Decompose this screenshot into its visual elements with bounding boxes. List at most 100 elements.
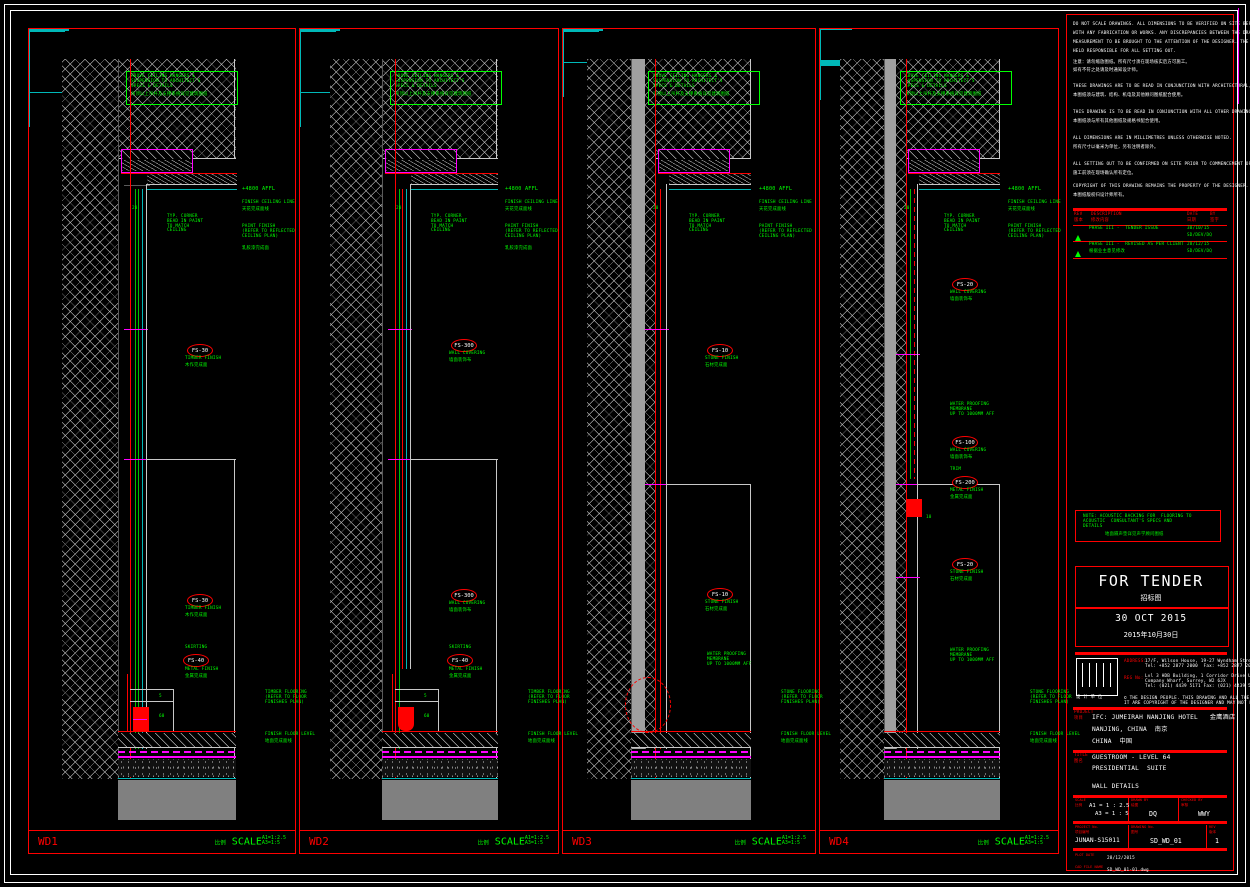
trim-finish-label: METAL FINISH: [950, 488, 984, 493]
firm-address: 17/F, Wilson House, 19-27 Wyndham Street…: [1145, 659, 1250, 669]
plot-date: 28/12/2015: [1107, 856, 1135, 861]
detail-panel-wd4[interactable]: ABOVE CEILING HANGERS & SUSPENSION TO AR…: [819, 28, 1080, 854]
note-ceiling-hangers: ABOVE CEILING HANGERS & SUSPENSION TO AR…: [905, 74, 975, 89]
ffl-label-cn: 地面完成面线: [265, 739, 292, 744]
scale-a3: A3 = 1 : 5: [1095, 811, 1129, 817]
drawn-by: DQ: [1149, 810, 1157, 818]
waterproofing-note: WATER PROOFING MEMBRANE UP TO 1000MM AFF: [707, 652, 752, 667]
corner-bead-note: TYP. CORNER BEAD IN PAINT TO MATCH CEILI…: [689, 214, 726, 234]
skirting-tag[interactable]: FS-40: [183, 654, 209, 667]
margin-tick-magenta: [1238, 8, 1239, 104]
ceiling-line-label: FINISH CEILING LINE: [759, 200, 812, 205]
project-label-cn: 项目: [1074, 716, 1083, 721]
rev-by: SD/DEV/DQ: [1187, 249, 1213, 254]
scale-label-cn: 比例: [1075, 803, 1083, 807]
top-finish-label-cn: 墙面装饰布: [950, 297, 973, 302]
drawn-label: DRAWN BY: [1131, 798, 1149, 802]
firm-copyright: © THE DESIGN PEOPLE. THIS DRAWING AND AL…: [1124, 696, 1250, 706]
detail-panel-wd3[interactable]: ABOVE CEILING HANGERS & SUSPENSION TO AR…: [562, 28, 831, 854]
cad-drawing-sheet: ABOVE CEILING HANGERS & SUSPENSION TO AR…: [0, 0, 1250, 887]
ceiling-line-label-cn: 天花完成面线: [242, 207, 269, 212]
mid-finish-label: WALL COVERING: [449, 351, 486, 356]
paint-finish-note: PAINT FINISH (REFER TO REFLECTED CEILING…: [242, 224, 295, 239]
skirting-tag[interactable]: FS-40: [447, 654, 473, 667]
level-marker: +4800 AFFL: [242, 186, 276, 192]
corner-bead-note: TYP. CORNER BEAD IN PAINT TO MATCH CEILI…: [431, 214, 468, 234]
paint-finish-note-cn: 乳胶漆完成面: [242, 246, 269, 251]
ceiling-line-label: FINISH CEILING LINE: [1008, 200, 1061, 205]
general-note-1: WITH ANY FABRICATION OR WORKS. ANY DISCR…: [1073, 31, 1250, 36]
low-finish-label: WALL COVERING: [449, 601, 486, 606]
panel-title-bar-wd3: WD3 比例 SCALEA1=1:2.5 A3=1:5: [563, 830, 815, 853]
general-note-0: DO NOT SCALE DRAWINGS. ALL DIMENSIONS TO…: [1073, 22, 1250, 27]
general-note-7: ALL SETTING OUT TO BE CONFIRMED ON SITE …: [1073, 162, 1250, 167]
note-ceiling-hangers: ABOVE CEILING HANGERS & SUSPENSION TO AR…: [131, 74, 201, 89]
note-ceiling-hangers-cn: 吊顶以上吊杆及支撑系统详见建筑图纸: [131, 92, 208, 97]
checked-label-cn: 审核: [1181, 803, 1189, 807]
detail-panel-wd1[interactable]: ABOVE CEILING HANGERS & SUSPENSION TO AR…: [28, 28, 315, 854]
general-note-8: COPYRIGHT OF THIS DRAWING REMAINS THE PR…: [1073, 184, 1249, 189]
skirting-finish-label-cn: 金属完成面: [185, 674, 208, 679]
title-block: DO NOT SCALE DRAWINGS. ALL DIMENSIONS TO…: [1066, 14, 1250, 873]
paint-finish-note: PAINT FINISH (REFER TO REFLECTED CEILING…: [1008, 224, 1061, 239]
firm-address-label: ADDRESS:: [1124, 659, 1147, 664]
panel-title-bar-wd4: WD4 比例 SCALEA1=1:2.5 A3=1:5: [820, 830, 1058, 853]
drawing-no-label-cn: 图号: [1131, 830, 1139, 834]
ceiling-line-label-cn: 天花完成面线: [1008, 207, 1035, 212]
rev-date: 28/12/15: [1187, 242, 1210, 247]
drawn-label-cn: 绘图: [1131, 803, 1139, 807]
title-line-3: WALL DETAILS: [1092, 783, 1140, 790]
panel-scale-wd3: 比例 SCALEA1=1:2.5 A3=1:5: [734, 835, 806, 848]
rev-label-cn: 版本: [1209, 830, 1217, 834]
meta-row-2: PROJECT No. 项目编号 JUNAN-S15011 DRAWING No…: [1073, 825, 1227, 848]
waterproofing-note-2: WATER PROOFING MEMBRANE UP TO 1000MM AFF: [950, 648, 995, 663]
ffl-label-cn: 地面完成面线: [781, 739, 808, 744]
checked-by: WWY: [1198, 810, 1210, 818]
panel-id-wd4: WD4: [829, 835, 849, 848]
flooring-note: STONE FLOORING (REFER TO FLOOR FINISHES …: [781, 690, 823, 705]
warning-triangle-icon: [1075, 234, 1081, 241]
ffl-label-cn: 地面完成面线: [1030, 739, 1057, 744]
mid-finish-label-cn: 墙面装饰布: [449, 358, 472, 363]
scale-label: SCALE: [1075, 798, 1086, 802]
scale-cn: 比例: [214, 840, 226, 847]
mid-finish-label-cn: 木作完成面: [185, 363, 208, 368]
wallcover-label-cn: 墙面装饰布: [950, 455, 973, 460]
panel-scale-wd2: 比例 SCALEA1=1:2.5 A3=1:5: [477, 835, 549, 848]
low-finish-label-cn: 木作完成面: [185, 613, 208, 618]
firm-registered-label: REG No:: [1124, 676, 1144, 681]
wallcover-label: WALL COVERING: [950, 448, 987, 453]
note-ceiling-hangers-cn: 吊顶以上吊杆及支撑系统详见建筑图纸: [395, 92, 472, 97]
general-note-4: THESE DRAWINGS ARE TO BE READ IN CONJUNC…: [1073, 84, 1250, 89]
low-finish-label-cn: 石材完成面: [705, 607, 728, 612]
panel-title-bar-wd2: WD2 比例 SCALEA1=1:2.5 A3=1:5: [300, 830, 558, 853]
paint-finish-note-cn: 乳胶漆完成面: [505, 246, 532, 251]
checked-label: CHECKED BY: [1181, 798, 1203, 802]
mid-finish-label: TIMBER FINISH: [185, 356, 222, 361]
detail-panel-wd2[interactable]: ABOVE CEILING HANGERS & SUSPENSION TO AR…: [299, 28, 578, 854]
note-ceiling-hangers-cn: 吊顶以上吊杆及支撑系统详见建筑图纸: [905, 92, 982, 97]
panel-id-wd2: WD2: [309, 835, 329, 848]
scale-a1: A1 = 1 : 2.5: [1089, 803, 1130, 809]
ceiling-line-label-cn: 天花完成面线: [759, 207, 786, 212]
status-date-cn: 2015年10月30日: [1123, 631, 1179, 639]
waterproofing-note: WATER PROOFING MEMBRANE UP TO 1000MM AFF: [950, 402, 995, 417]
drawing-no: SD_WD_01: [1150, 837, 1182, 845]
acoustic-note-cn: 地面隔声垫详见声学顾问图纸: [1105, 532, 1164, 537]
skirting-finish-label: METAL FINISH: [185, 667, 219, 672]
panel-scale-wd4: 比例 SCALEA1=1:2.5 A3=1:5: [977, 835, 1049, 848]
trim-label: TRIM: [950, 467, 962, 472]
revision-row[interactable]: PHASE III - REVISED AS PER CLIENT 根据业主意见…: [1075, 242, 1212, 262]
mid-finish-label-cn: 石材完成面: [950, 577, 973, 582]
dimension-20: 20: [904, 206, 910, 211]
rev-value: 1: [1215, 837, 1219, 845]
rev-date: 30/10/15: [1187, 226, 1210, 231]
panel-title-bar-wd1: WD1 比例 SCALEA1=1:2.5 A3=1:5: [29, 830, 295, 853]
title-label-cn: 图名: [1074, 759, 1083, 764]
skirting-finish-label: METAL FINISH: [449, 667, 483, 672]
level-marker: +4800 AFFL: [1008, 186, 1042, 192]
meta-row-1: SCALE 比例 A1 = 1 : 2.5 A3 = 1 : 5 DRAWN B…: [1073, 798, 1227, 821]
firm-logo: [1076, 658, 1118, 696]
note-ceiling-hangers-cn: 吊顶以上吊杆及支撑系统详见建筑图纸: [653, 92, 730, 97]
project-no: JUNAN-S15011: [1075, 837, 1120, 844]
